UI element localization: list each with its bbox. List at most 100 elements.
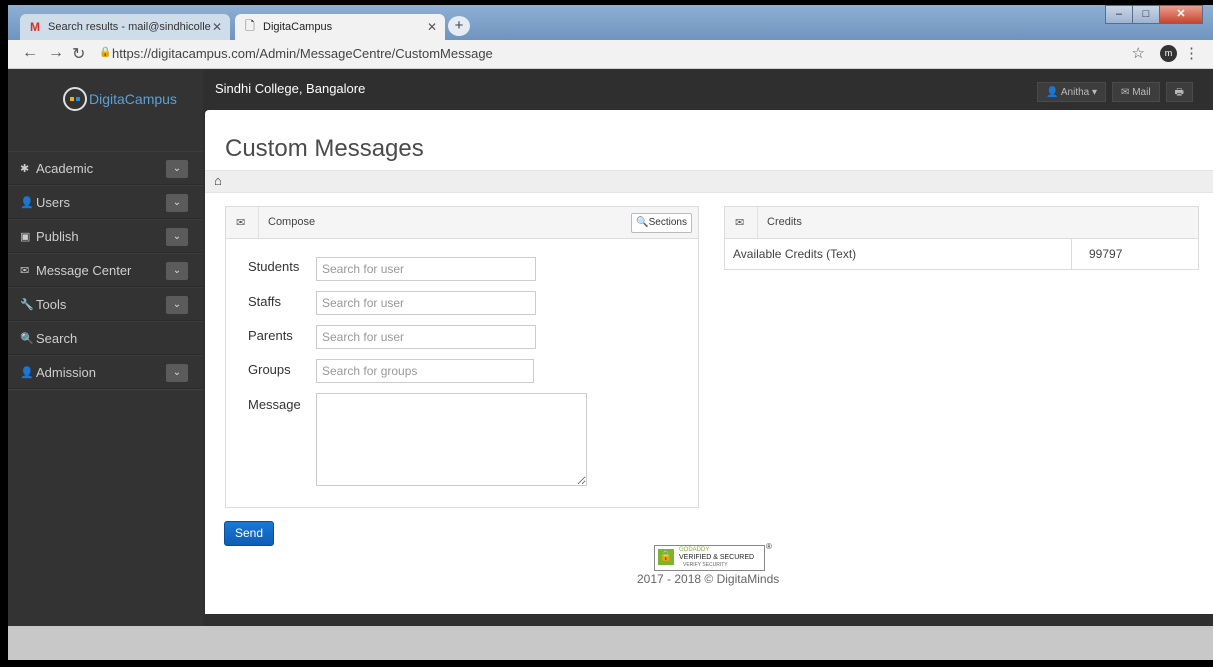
send-button[interactable]: Send xyxy=(224,521,274,546)
forward-icon[interactable]: → xyxy=(48,44,64,62)
badge-verified: VERIFIED & SECURED xyxy=(679,554,755,561)
bottom-strip xyxy=(8,626,1213,660)
credits-value: 99797 xyxy=(1089,247,1123,261)
close-icon[interactable]: ✕ xyxy=(212,20,222,34)
tab-label: DigitaCampus xyxy=(263,21,333,33)
envelope-icon: ✉ xyxy=(20,264,30,277)
sidebar-item-academic[interactable]: ✱ Academic ⌄ xyxy=(8,151,203,185)
home-icon[interactable]: ⌂ xyxy=(214,173,222,188)
tab-digitacampus[interactable]: 🗋 DigitaCampus ✕ xyxy=(235,14,445,40)
sidebar-item-tools[interactable]: 🔧 Tools ⌄ xyxy=(8,287,203,321)
mail-button[interactable]: ✉ Mail xyxy=(1112,82,1160,102)
search-icon: 🔍 xyxy=(636,217,649,228)
sidebar-item-label: Academic xyxy=(36,160,94,176)
compose-header: ✉ Compose 🔍Sections xyxy=(226,207,698,239)
students-label: Students xyxy=(248,259,300,274)
sidebar-item-message-center[interactable]: ✉ Message Center ⌄ xyxy=(8,253,203,287)
staffs-label: Staffs xyxy=(248,294,282,309)
badge-brand: GODADDY xyxy=(679,547,710,553)
envelope-icon: ✉ xyxy=(735,217,745,229)
tab-gmail[interactable]: M Search results - mail@sindhicolle ✕ xyxy=(20,14,230,40)
compose-title: Compose xyxy=(268,216,316,228)
sections-label: Sections xyxy=(648,217,687,228)
credits-header: ✉ Credits xyxy=(725,207,1198,239)
sidebar-item-label: Search xyxy=(36,330,78,346)
chevron-down-icon[interactable]: ⌄ xyxy=(166,160,188,178)
user-icon: 👤 xyxy=(1046,87,1061,98)
close-window-button[interactable]: ✕ xyxy=(1159,5,1203,24)
address-bar: ← → ↻ 🔒 https://digitacampus.com/Admin/M… xyxy=(8,40,1213,69)
profile-avatar[interactable]: m xyxy=(1160,45,1177,62)
app-shell: DigitaCampus ✱ Academic ⌄ 👤 Users ⌄ ▣ Pu… xyxy=(8,69,1213,660)
sidebar-item-admission[interactable]: 👤 Admission ⌄ xyxy=(8,355,203,389)
close-icon[interactable]: ✕ xyxy=(427,20,437,34)
topbar-actions: 👤 Anitha ▾ ✉ Mail 🖶 xyxy=(1031,82,1193,102)
logo-text: DigitaCampus xyxy=(89,91,177,107)
sidebar-item-label: Tools xyxy=(36,296,67,312)
new-tab-button[interactable]: + xyxy=(448,16,470,36)
sidebar-menu: ✱ Academic ⌄ 👤 Users ⌄ ▣ Publish ⌄ ✉ Mes… xyxy=(8,151,203,390)
chevron-down-icon[interactable]: ⌄ xyxy=(166,262,188,280)
staffs-input[interactable] xyxy=(316,291,536,315)
back-icon[interactable]: ← xyxy=(22,44,38,62)
user-menu-button[interactable]: 👤 Anitha ▾ xyxy=(1037,82,1107,102)
godaddy-security-badge[interactable]: 🔒 GODADDY VERIFIED & SECURED VERIFY SECU… xyxy=(654,545,765,571)
sidebar-item-label: Publish xyxy=(36,228,79,244)
sidebar-item-label: Users xyxy=(36,194,70,210)
gmail-icon: M xyxy=(30,20,40,34)
sidebar-item-label: Message Center xyxy=(36,262,132,278)
page-icon: 🗋 xyxy=(245,18,255,33)
maximize-button[interactable]: □ xyxy=(1132,5,1160,24)
header-divider xyxy=(757,207,758,238)
chevron-down-icon[interactable]: ⌄ xyxy=(166,364,188,382)
envelope-icon: ✉ xyxy=(1121,87,1133,98)
reload-icon[interactable]: ↻ xyxy=(72,44,85,64)
window-controls: – □ ✕ xyxy=(1105,5,1203,24)
sections-button[interactable]: 🔍Sections xyxy=(631,213,692,233)
user-icon: 👤 xyxy=(20,366,34,379)
cell-divider xyxy=(1071,239,1072,269)
menu-divider xyxy=(8,389,203,390)
header-divider xyxy=(258,207,259,238)
picture-icon: ▣ xyxy=(20,230,31,243)
chevron-down-icon[interactable]: ⌄ xyxy=(166,194,188,212)
groups-input[interactable] xyxy=(316,359,534,383)
sidebar-item-publish[interactable]: ▣ Publish ⌄ xyxy=(8,219,203,253)
logo-icon xyxy=(63,87,87,111)
groups-label: Groups xyxy=(248,362,291,377)
tab-strip: M Search results - mail@sindhicolle ✕ 🗋 … xyxy=(8,5,1213,40)
bookmark-star-icon[interactable]: ☆ xyxy=(1132,44,1145,62)
parents-label: Parents xyxy=(248,328,293,343)
sidebar-item-search[interactable]: 🔍 Search xyxy=(8,321,203,355)
asterisk-icon: ✱ xyxy=(20,162,30,175)
printer-icon: 🖶 xyxy=(1174,87,1184,98)
wrench-icon: 🔧 xyxy=(20,298,34,311)
page-title: Custom Messages xyxy=(225,135,424,162)
sidebar-item-users[interactable]: 👤 Users ⌄ xyxy=(8,185,203,219)
url-field[interactable]: https://digitacampus.com/Admin/MessageCe… xyxy=(112,46,493,61)
browser-window: M Search results - mail@sindhicolle ✕ 🗋 … xyxy=(8,5,1213,660)
compose-panel: ✉ Compose 🔍Sections Students Staffs Pare… xyxy=(225,206,699,508)
college-name: Sindhi College, Bangalore xyxy=(215,81,366,96)
app-logo[interactable]: DigitaCampus xyxy=(63,87,177,111)
main-content: Custom Messages ⌂ ✉ Compose 🔍Sections St… xyxy=(205,110,1213,614)
user-icon: 👤 xyxy=(20,196,34,209)
print-button[interactable]: 🖶 xyxy=(1165,82,1193,102)
breadcrumb: ⌂ xyxy=(205,170,1213,193)
credits-title: Credits xyxy=(767,216,802,228)
credits-panel: ✉ Credits Available Credits (Text) 99797 xyxy=(724,206,1199,270)
students-input[interactable] xyxy=(316,257,536,281)
table-row: Available Credits (Text) 99797 xyxy=(725,239,1198,269)
sidebar: DigitaCampus ✱ Academic ⌄ 👤 Users ⌄ ▣ Pu… xyxy=(8,69,203,660)
sidebar-item-label: Admission xyxy=(36,364,96,380)
menu-kebab-icon[interactable]: ⋮ xyxy=(1184,44,1199,62)
parents-input[interactable] xyxy=(316,325,536,349)
chevron-down-icon[interactable]: ⌄ xyxy=(166,228,188,246)
user-name: Anitha ▾ xyxy=(1060,87,1098,98)
message-textarea[interactable] xyxy=(316,393,587,486)
minimize-button[interactable]: – xyxy=(1105,5,1133,24)
search-icon: 🔍 xyxy=(20,332,34,345)
lock-icon: 🔒 xyxy=(99,47,112,58)
footer-copyright: 2017 - 2018 © DigitaMinds xyxy=(637,572,780,586)
chevron-down-icon[interactable]: ⌄ xyxy=(166,296,188,314)
